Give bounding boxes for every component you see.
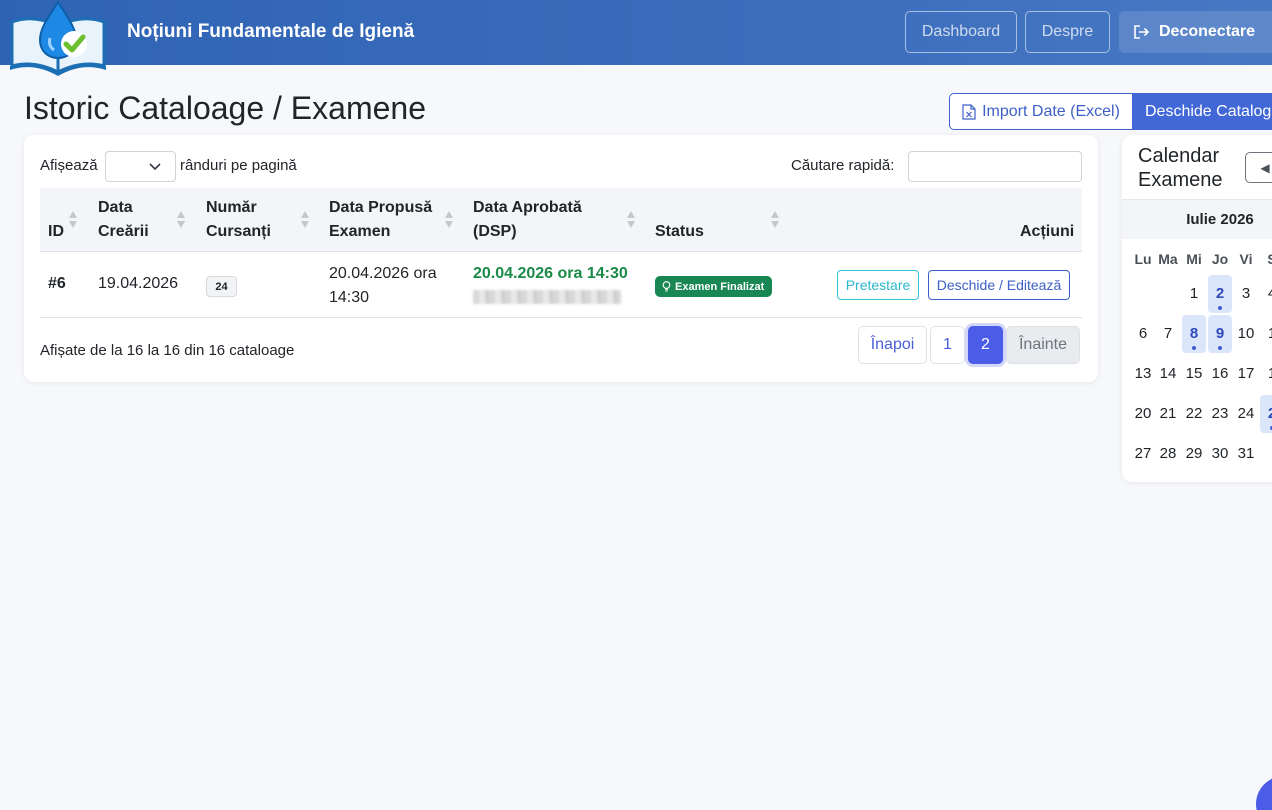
brand-title[interactable]: Noțiuni Fundamentale de Igienă bbox=[127, 21, 414, 43]
sort-icon bbox=[445, 211, 453, 229]
th-count[interactable]: Număr Cursanți bbox=[206, 196, 271, 244]
calendar-day[interactable]: 22 bbox=[1182, 395, 1206, 433]
sort-icon bbox=[627, 211, 635, 229]
weekday-label: Ma bbox=[1158, 251, 1178, 267]
th-created[interactable]: Data Creării bbox=[98, 196, 149, 244]
th-actions: Acțiuni bbox=[1020, 223, 1075, 240]
book-water-drop-logo-icon[interactable] bbox=[8, 0, 110, 78]
calendar-title: Calendar Examene bbox=[1138, 145, 1223, 191]
calendar-day[interactable]: 31 bbox=[1234, 435, 1258, 473]
logout-label: Deconectare bbox=[1159, 23, 1256, 40]
calendar-day[interactable]: 16 bbox=[1208, 355, 1232, 393]
sort-icon bbox=[177, 211, 185, 229]
th-id[interactable]: ID bbox=[48, 220, 64, 244]
weekday-label: S bbox=[1259, 251, 1272, 267]
calendar-day-exam[interactable]: 9 bbox=[1208, 315, 1232, 353]
sort-icon bbox=[301, 211, 309, 229]
sort-icon bbox=[69, 211, 77, 229]
weekday-label: Jo bbox=[1211, 251, 1229, 267]
th-approved[interactable]: Data Aprobată (DSP) bbox=[473, 196, 582, 244]
calendar-day[interactable]: 24 bbox=[1234, 395, 1258, 433]
open-catalog-button[interactable]: Deschide Catalog bbox=[1132, 93, 1272, 130]
calendar-day[interactable]: 4 bbox=[1260, 275, 1272, 313]
logout-icon bbox=[1134, 25, 1150, 39]
calendar-day-exam[interactable]: 2 bbox=[1208, 275, 1232, 313]
excel-file-icon bbox=[962, 103, 976, 120]
calendar-day[interactable]: 27 bbox=[1131, 435, 1155, 473]
floating-action-button[interactable] bbox=[1256, 776, 1272, 810]
calendar-day[interactable]: 3 bbox=[1234, 275, 1258, 313]
calendar-day[interactable]: 17 bbox=[1234, 355, 1258, 393]
calendar-day[interactable]: 28 bbox=[1156, 435, 1180, 473]
calendar-day[interactable]: 20 bbox=[1131, 395, 1155, 433]
show-label: Afișează bbox=[40, 157, 98, 174]
calendar-day[interactable]: 15 bbox=[1182, 355, 1206, 393]
count-badge: 24 bbox=[206, 276, 237, 297]
calendar-prev-button[interactable]: ◀ bbox=[1245, 152, 1272, 183]
sort-icon bbox=[771, 211, 779, 229]
calendar-day[interactable]: 6 bbox=[1131, 315, 1155, 353]
chevron-down-icon bbox=[149, 163, 161, 171]
pagination-page-2[interactable]: 2 bbox=[968, 326, 1003, 364]
calendar-day-exam[interactable]: 8 bbox=[1182, 315, 1206, 353]
exam-calendar: Calendar Examene ◀ Iulie 2026 Lu Ma Mi Jo Vi… bbox=[1122, 135, 1272, 482]
rows-per-page-label: rânduri pe pagină bbox=[180, 157, 297, 174]
cell-approved: 20.04.2026 ora 14:30 bbox=[473, 265, 628, 282]
th-status[interactable]: Status bbox=[655, 220, 704, 244]
table-row: #6 19.04.2026 24 20.04.2026 ora 14:30 20.… bbox=[40, 253, 1082, 318]
logout-button[interactable]: Deconectare bbox=[1119, 11, 1272, 53]
page-title: Istoric Cataloage / Examene bbox=[24, 90, 426, 126]
weekday-label: Lu bbox=[1134, 251, 1152, 267]
calendar-day[interactable]: 1 bbox=[1260, 355, 1272, 393]
calendar-day-exam[interactable]: 2 bbox=[1260, 395, 1272, 433]
pagination-next[interactable]: Înainte bbox=[1006, 326, 1080, 364]
calendar-day[interactable]: 10 bbox=[1234, 315, 1258, 353]
calendar-day[interactable]: 13 bbox=[1131, 355, 1155, 393]
search-input[interactable] bbox=[908, 151, 1082, 182]
calendar-day[interactable]: 30 bbox=[1208, 435, 1232, 473]
triangle-left-icon: ◀ bbox=[1260, 160, 1270, 175]
pagination-page-1[interactable]: 1 bbox=[930, 326, 965, 364]
calendar-day[interactable]: 1 bbox=[1260, 315, 1272, 353]
rows-per-page-select[interactable] bbox=[105, 151, 176, 182]
calendar-day[interactable]: 23 bbox=[1208, 395, 1232, 433]
import-excel-label: Import Date (Excel) bbox=[982, 102, 1120, 120]
lightbulb-icon bbox=[662, 281, 671, 292]
import-excel-button[interactable]: Import Date (Excel) bbox=[949, 93, 1133, 130]
weekday-label: Mi bbox=[1186, 251, 1202, 267]
table-header: ID Data Creării Număr Cursanți Data Propus… bbox=[40, 188, 1082, 252]
table-info: Afișate de la 16 la 16 din 16 cataloage bbox=[40, 342, 295, 359]
search-label: Căutare rapidă: bbox=[791, 157, 895, 174]
calendar-day[interactable]: 14 bbox=[1156, 355, 1180, 393]
calendar-day[interactable]: 1 bbox=[1182, 275, 1206, 313]
calendar-month: Iulie 2026 bbox=[1186, 211, 1254, 228]
navbar: Noțiuni Fundamentale de Igienă Dashboard… bbox=[0, 0, 1272, 76]
pagination-prev[interactable]: Înapoi bbox=[858, 326, 927, 364]
th-proposed[interactable]: Data Propusă Examen bbox=[329, 196, 432, 244]
calendar-day[interactable]: 29 bbox=[1182, 435, 1206, 473]
calendar-day[interactable]: 7 bbox=[1156, 315, 1180, 353]
cell-proposed: 20.04.2026 ora 14:30 bbox=[329, 265, 437, 306]
despre-button[interactable]: Despre bbox=[1025, 11, 1110, 53]
dashboard-button[interactable]: Dashboard bbox=[905, 11, 1017, 53]
status-badge: Examen Finalizat bbox=[655, 276, 773, 297]
cell-id: #6 bbox=[48, 275, 66, 292]
open-edit-button[interactable]: Deschide / Editează bbox=[928, 270, 1070, 300]
cell-created: 19.04.2026 bbox=[98, 275, 179, 292]
redacted-text bbox=[473, 290, 621, 304]
weekday-label: Vi bbox=[1239, 251, 1253, 267]
calendar-day[interactable]: 21 bbox=[1156, 395, 1180, 433]
pretest-button[interactable]: Pretestare bbox=[837, 270, 919, 300]
